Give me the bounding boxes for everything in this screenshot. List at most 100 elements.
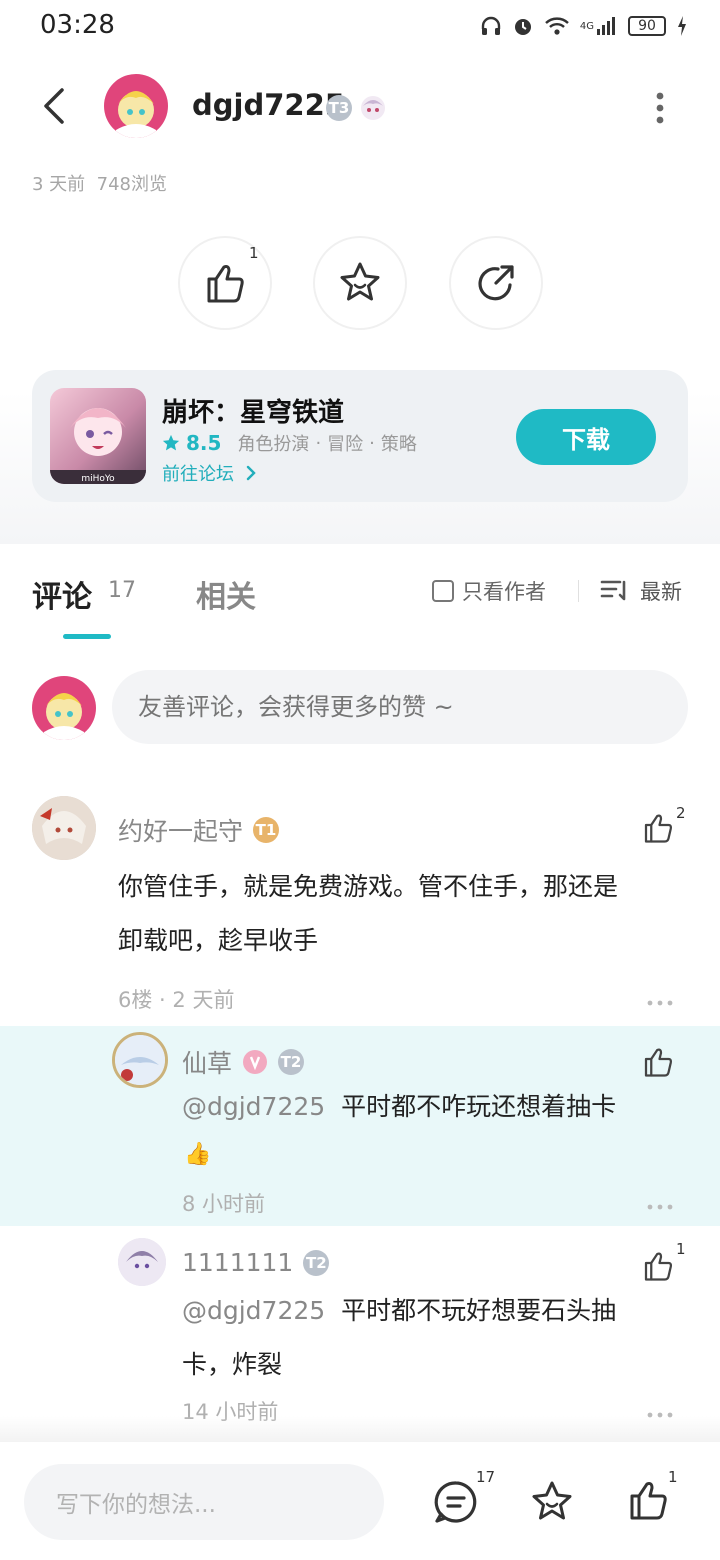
reply-text: @dgjd7225 平时都不玩好想要石头抽 卡，炸裂 <box>182 1284 616 1392</box>
thumbs-up-icon <box>207 265 244 303</box>
tag-separator: · <box>315 432 322 454</box>
reply-text-body: 平时都不咋玩还想着抽卡 <box>341 1092 617 1121</box>
bottom-like-count: 1 <box>668 1468 678 1486</box>
battery-icon: 90 <box>628 16 666 36</box>
thumbs-up-icon <box>644 1048 673 1077</box>
star-icon <box>340 262 380 301</box>
reply-user-row: 1111111 T2 <box>182 1248 330 1277</box>
game-tag: 冒险 <box>327 434 364 455</box>
reply-mention[interactable]: @dgjd7225 <box>182 1092 325 1121</box>
thumbs-up-emoji: 👍 <box>184 1142 212 1167</box>
author-badges: T3 <box>326 94 388 122</box>
reply-text: @dgjd7225 平时都不咋玩还想着抽卡 <box>182 1080 616 1134</box>
favorite-button[interactable] <box>528 1478 576 1530</box>
thumbs-up-icon <box>630 1482 667 1520</box>
commenter-name[interactable]: 约好一起守 <box>118 812 243 848</box>
favorite-post-button[interactable] <box>313 236 407 330</box>
like-button[interactable] <box>624 1476 672 1528</box>
level-badge: T1 <box>253 817 280 843</box>
reply-text-line: 平时都不玩好想要石头抽 <box>341 1296 617 1325</box>
comment-meta: 6楼 · 2 天前 <box>118 988 235 1012</box>
status-time: 03:28 <box>40 10 115 40</box>
comment-time: 2 天前 <box>172 988 235 1012</box>
comment-bubble-icon <box>434 1481 477 1523</box>
write-comment-input[interactable]: 写下你的想法... <box>24 1464 384 1540</box>
reply-like-button[interactable] <box>640 1248 676 1288</box>
comment-text-line: 卸载吧，趁早收手 <box>118 926 319 955</box>
back-button[interactable] <box>36 84 76 128</box>
reply-text-line: 卡，炸裂 <box>182 1350 283 1379</box>
tab-related[interactable]: 相关 <box>196 572 256 616</box>
reply-like-button[interactable] <box>640 1044 676 1084</box>
tag-separator: · <box>369 432 375 454</box>
back-arrow-icon <box>44 88 64 124</box>
replier-name[interactable]: 仙草 <box>182 1044 232 1080</box>
replier-avatar[interactable] <box>118 1238 166 1286</box>
alarm-icon <box>514 19 531 35</box>
thumbs-up-icon <box>644 1252 673 1281</box>
signal-icon <box>597 17 615 35</box>
reply-more-button[interactable] <box>647 1196 673 1215</box>
character-badge-icon <box>243 1050 268 1074</box>
sort-label: 最新 <box>640 580 682 604</box>
post-views: 748浏览 <box>96 174 167 195</box>
game-tag: 策略 <box>380 434 417 455</box>
more-horizontal-icon <box>647 1204 673 1210</box>
comment-like-count: 2 <box>676 804 686 822</box>
reply-like-count: 1 <box>676 1240 686 1258</box>
comments-button[interactable] <box>432 1478 480 1530</box>
replier-name[interactable]: 1111111 <box>182 1248 293 1277</box>
sort-icon <box>600 580 626 601</box>
game-icon[interactable]: miHoYo <box>50 388 146 484</box>
level-badge: T2 <box>303 1249 330 1276</box>
network-type: 4G <box>579 20 594 32</box>
charging-icon <box>678 16 686 36</box>
share-icon <box>478 265 514 301</box>
tab-comments[interactable]: 评论 <box>32 572 92 616</box>
comment-text-line: 你管住手，就是免费游戏。管不住手，那还是 <box>118 872 619 901</box>
chevron-right-icon <box>246 465 256 481</box>
reply-mention[interactable]: @dgjd7225 <box>182 1296 325 1325</box>
share-post-button[interactable] <box>449 236 543 330</box>
reply-user-row: 仙草 T2 <box>182 1044 305 1080</box>
status-icons: 4G 90 <box>480 12 688 40</box>
svg-text:miHoYo: miHoYo <box>81 474 115 484</box>
thumbs-up-icon <box>644 814 673 843</box>
character-badge-icon <box>361 96 385 120</box>
game-rating: 8.5 <box>186 431 222 455</box>
more-horizontal-icon <box>647 1000 673 1006</box>
headphones-icon <box>481 16 501 35</box>
replier-avatar[interactable] <box>112 1032 168 1088</box>
tab-comments-count: 17 <box>108 578 136 603</box>
divider <box>578 580 579 602</box>
wifi-icon <box>545 17 569 35</box>
author-only-checkbox[interactable] <box>432 580 454 602</box>
comment-more-button[interactable] <box>647 992 673 1011</box>
sort-button[interactable]: 最新 <box>600 576 682 606</box>
forum-link-label: 前往论坛 <box>162 464 234 485</box>
commenter-avatar[interactable] <box>32 796 96 860</box>
more-vertical-icon <box>656 92 664 124</box>
author-name[interactable]: dgjd7225 <box>192 88 345 122</box>
comment-user-row: 约好一起守 T1 <box>118 812 280 848</box>
comment-floor: 6楼 <box>118 988 153 1012</box>
author-only-label: 只看作者 <box>462 580 546 604</box>
go-to-forum-link[interactable]: 前往论坛 <box>162 460 258 486</box>
game-title[interactable]: 崩坏：星穹铁道 <box>162 392 344 429</box>
game-tag: 角色扮演 <box>237 434 310 455</box>
level-badge: T2 <box>278 1049 305 1075</box>
post-meta: 3 天前 748浏览 <box>32 170 167 196</box>
reply-time: 8 小时前 <box>182 1192 266 1216</box>
author-avatar[interactable] <box>104 74 168 138</box>
comment-text: 你管住手，就是免费游戏。管不住手，那还是 卸载吧，趁早收手 <box>118 860 618 968</box>
level-badge: T3 <box>326 95 352 121</box>
bottom-comment-count: 17 <box>476 1468 496 1486</box>
download-button[interactable]: 下载 <box>516 409 656 465</box>
comment-input[interactable] <box>112 670 688 744</box>
rating-star-icon <box>162 434 180 451</box>
like-count: 1 <box>249 244 259 262</box>
comment-like-button[interactable] <box>640 810 676 850</box>
author-only-toggle[interactable]: 只看作者 <box>432 576 546 606</box>
more-options-button[interactable] <box>648 88 672 128</box>
active-tab-indicator <box>63 634 111 639</box>
